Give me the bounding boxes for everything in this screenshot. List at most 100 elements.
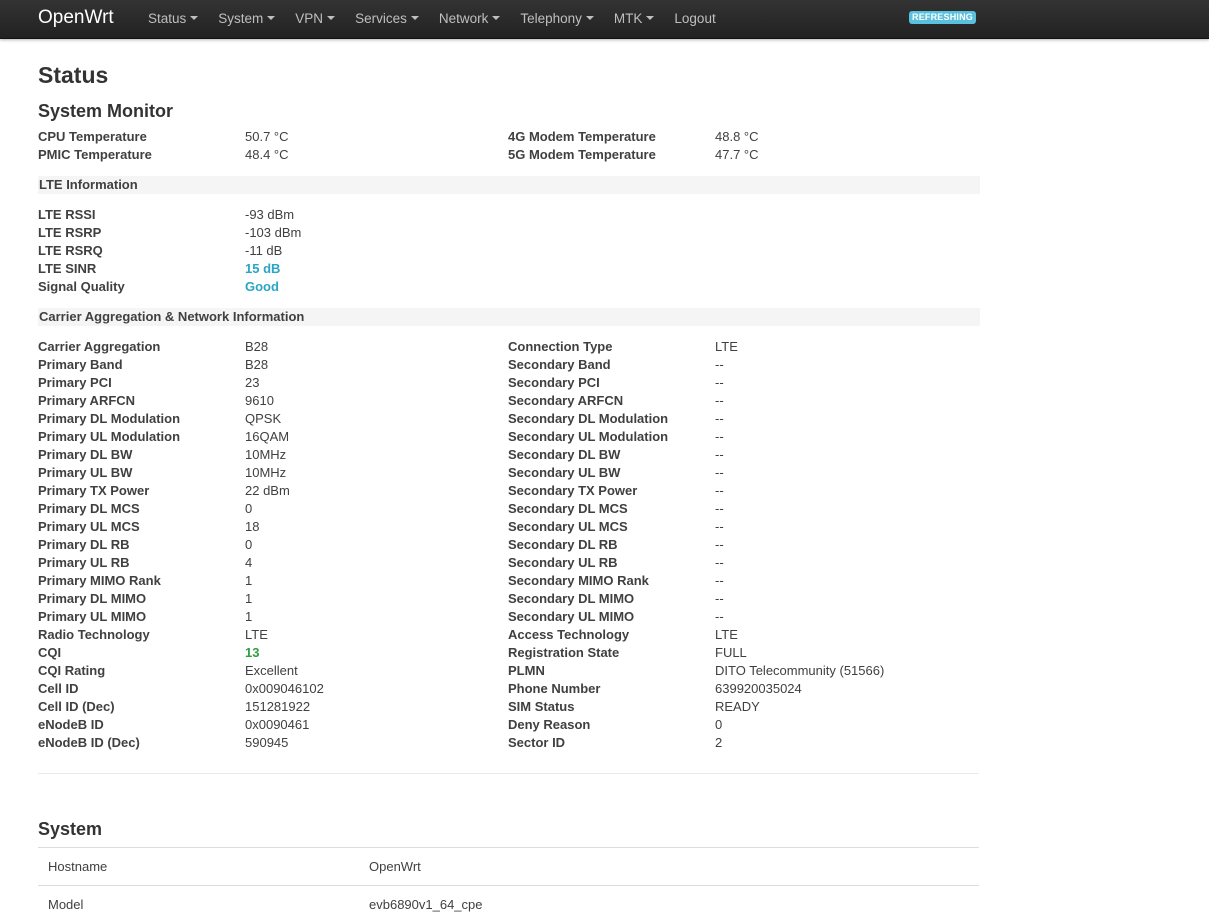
- refreshing-badge[interactable]: REFRESHING: [909, 11, 976, 24]
- info-label: Secondary UL BW: [508, 464, 620, 482]
- info-value: 0x009046102: [245, 680, 324, 698]
- info-label: Signal Quality: [38, 278, 125, 296]
- info-label: Primary UL RB: [38, 554, 130, 572]
- info-value: 48.8 °C: [715, 128, 759, 146]
- info-row: eNodeB ID0x0090461Deny Reason0: [38, 716, 979, 734]
- caret-down-icon: [267, 16, 275, 20]
- info-value: 50.7 °C: [245, 128, 289, 146]
- info-value: Excellent: [245, 662, 298, 680]
- info-label: Radio Technology: [38, 626, 150, 644]
- info-value: READY: [715, 698, 760, 716]
- menu-system[interactable]: System: [208, 0, 285, 38]
- table-row: Model evb6890v1_64_cpe: [38, 886, 979, 923]
- info-value: -93 dBm: [245, 206, 294, 224]
- system-section-title: System: [38, 818, 102, 840]
- info-value: 4: [245, 554, 252, 572]
- info-value: --: [715, 410, 724, 428]
- info-label: CPU Temperature: [38, 128, 147, 146]
- page-title: Status: [38, 60, 108, 90]
- lte-information-header: LTE Information: [38, 176, 980, 194]
- info-value: QPSK: [245, 410, 281, 428]
- info-label: Carrier Aggregation: [38, 338, 160, 356]
- info-label: 5G Modem Temperature: [508, 146, 656, 164]
- info-label: SIM Status: [508, 698, 574, 716]
- info-label: Secondary DL Modulation: [508, 410, 668, 428]
- info-value: --: [715, 536, 724, 554]
- info-value: --: [715, 356, 724, 374]
- brand-logo[interactable]: OpenWrt: [38, 6, 114, 30]
- info-row: CPU Temperature50.7 °C4G Modem Temperatu…: [38, 128, 979, 146]
- system-value: OpenWrt: [359, 848, 979, 886]
- info-row: Cell ID (Dec)151281922SIM StatusREADY: [38, 698, 979, 716]
- info-label: Secondary DL RB: [508, 536, 618, 554]
- info-value: 639920035024: [715, 680, 802, 698]
- info-value: --: [715, 554, 724, 572]
- info-label: Primary DL MCS: [38, 500, 140, 518]
- info-label: Secondary DL MCS: [508, 500, 628, 518]
- info-row: Primary MIMO Rank1Secondary MIMO Rank--: [38, 572, 979, 590]
- info-label: eNodeB ID: [38, 716, 104, 734]
- info-label: Primary TX Power: [38, 482, 149, 500]
- info-row: PMIC Temperature 48.4 °C 5G Modem Temperat…: [38, 146, 979, 164]
- info-value: -103 dBm: [245, 224, 301, 242]
- info-row: Primary PCI23Secondary PCI--: [38, 374, 979, 392]
- info-value: 15 dB: [245, 260, 280, 278]
- info-label: LTE RSRQ: [38, 242, 103, 260]
- info-label: PLMN: [508, 662, 545, 680]
- info-label: Secondary MIMO Rank: [508, 572, 649, 590]
- info-label: CQI: [38, 644, 61, 662]
- info-label: CQI Rating: [38, 662, 105, 680]
- menu-status[interactable]: Status: [138, 0, 208, 38]
- menu-mtk[interactable]: MTK: [604, 0, 665, 38]
- info-row: Primary UL MIMO1Secondary UL MIMO--: [38, 608, 979, 626]
- menu-network[interactable]: Network: [429, 0, 511, 38]
- info-row: Carrier AggregationB28Connection TypeLTE: [38, 338, 979, 356]
- system-monitor-title: System Monitor: [38, 100, 173, 122]
- info-label: eNodeB ID (Dec): [38, 734, 140, 752]
- info-value: 23: [245, 374, 259, 392]
- info-row: Primary TX Power22 dBmSecondary TX Power…: [38, 482, 979, 500]
- info-label: Primary Band: [38, 356, 123, 374]
- info-row: Radio TechnologyLTEAccess TechnologyLTE: [38, 626, 979, 644]
- info-row: Primary UL BW10MHzSecondary UL BW--: [38, 464, 979, 482]
- info-row: LTE RSRP-103 dBm: [38, 224, 979, 242]
- menu-logout[interactable]: Logout: [664, 0, 725, 38]
- info-label: Registration State: [508, 644, 619, 662]
- info-label: Sector ID: [508, 734, 565, 752]
- info-row: Primary DL ModulationQPSKSecondary DL Mo…: [38, 410, 979, 428]
- info-value: 0: [245, 500, 252, 518]
- info-label: Cell ID (Dec): [38, 698, 115, 716]
- info-label: Primary UL BW: [38, 464, 132, 482]
- info-label: Primary UL MCS: [38, 518, 140, 536]
- info-value: 13: [245, 644, 259, 662]
- info-label: Secondary DL BW: [508, 446, 620, 464]
- info-value: B28: [245, 338, 268, 356]
- info-value: 9610: [245, 392, 274, 410]
- info-label: Primary DL RB: [38, 536, 130, 554]
- info-value: --: [715, 446, 724, 464]
- info-value: B28: [245, 356, 268, 374]
- info-value: DITO Telecommunity (51566): [715, 662, 884, 680]
- info-label: PMIC Temperature: [38, 146, 152, 164]
- info-value: LTE: [715, 338, 738, 356]
- info-label: Secondary UL MIMO: [508, 608, 634, 626]
- info-value: LTE: [245, 626, 268, 644]
- info-label: Secondary UL MCS: [508, 518, 628, 536]
- info-label: Primary DL MIMO: [38, 590, 146, 608]
- info-row: Primary UL MCS18Secondary UL MCS--: [38, 518, 979, 536]
- info-row: Signal QualityGood: [38, 278, 979, 296]
- menu-services[interactable]: Services: [345, 0, 429, 38]
- menu-telephony[interactable]: Telephony: [510, 0, 604, 38]
- table-row: Hostname OpenWrt: [38, 848, 979, 886]
- info-value: 22 dBm: [245, 482, 290, 500]
- info-value: 16QAM: [245, 428, 289, 446]
- info-value: 47.7 °C: [715, 146, 759, 164]
- info-row: Cell ID0x009046102Phone Number6399200350…: [38, 680, 979, 698]
- info-row: Primary UL Modulation16QAMSecondary UL M…: [38, 428, 979, 446]
- caret-down-icon: [492, 16, 500, 20]
- info-label: Secondary UL Modulation: [508, 428, 668, 446]
- menu-vpn[interactable]: VPN: [285, 0, 345, 38]
- info-row: Primary DL BW10MHzSecondary DL BW--: [38, 446, 979, 464]
- info-value: 48.4 °C: [245, 146, 289, 164]
- info-value: 0: [245, 536, 252, 554]
